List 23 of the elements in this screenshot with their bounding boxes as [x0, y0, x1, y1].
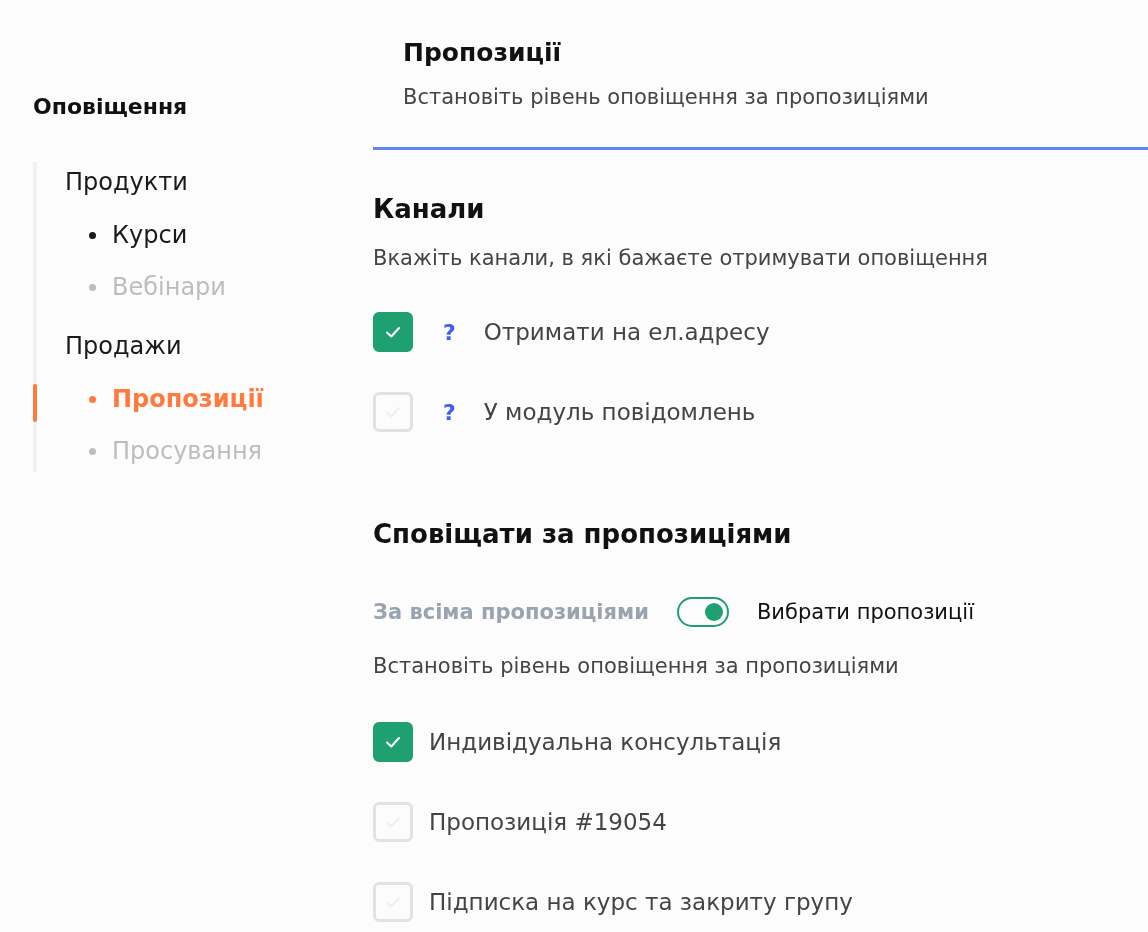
checkbox-label: У модуль повідомлень [483, 399, 756, 425]
toggle-switch[interactable] [676, 597, 729, 627]
checkbox[interactable] [373, 722, 413, 762]
checkbox[interactable] [373, 312, 413, 352]
section-description: Вкажіть канали, в які бажаєте отримувати оповіщення [373, 246, 988, 270]
section-title: Сповіщати за пропозиціями [373, 519, 792, 549]
toggle-label: Вибрати пропозиції [756, 600, 974, 624]
sidebar-title: Оповіщення [33, 94, 189, 119]
section-title: Канали [373, 194, 485, 224]
nav-group-label[interactable]: Продукти [37, 166, 188, 198]
checkbox-label: Пропозиція #19054 [429, 809, 667, 835]
nav-item[interactable]: Пропозиції [89, 382, 264, 416]
help-icon[interactable]: ? [443, 319, 456, 345]
help-icon[interactable]: ? [443, 399, 456, 425]
checkbox-label: Индивідуальна консультація [429, 729, 782, 755]
section-description: Встановіть рівень оповіщення за пропозиціями [373, 654, 899, 678]
nav-group-label[interactable]: Продажи [37, 330, 182, 362]
page-title: Пропозиції [403, 38, 562, 67]
toggle-label: За всіма пропозиціями [373, 600, 649, 624]
checkbox-label: Отримати на ел.адресу [483, 319, 770, 345]
checkbox-label: Підписка на курс та закриту групу [429, 889, 853, 915]
page-subtitle: Встановіть рівень оповіщення за пропозиціями [403, 85, 929, 109]
nav-item[interactable]: Курси [89, 218, 188, 252]
